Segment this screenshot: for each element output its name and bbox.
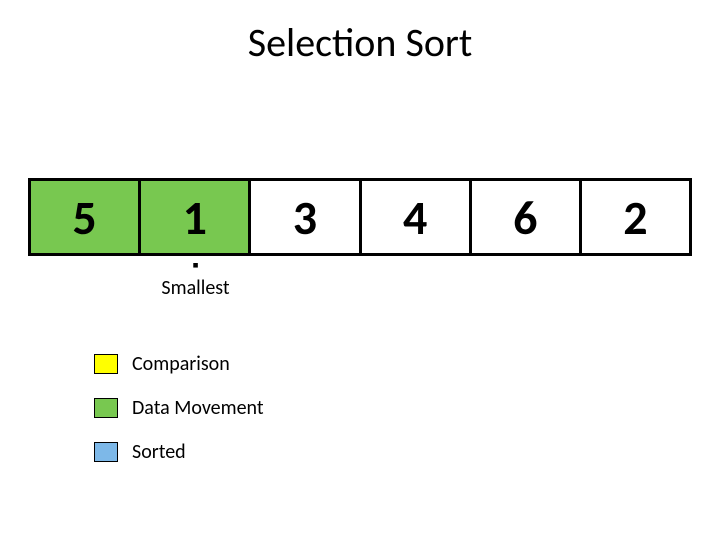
- array-cell: 1: [141, 181, 251, 253]
- array-cell: 4: [362, 181, 472, 253]
- array-cell-value: 2: [623, 188, 647, 247]
- array-cell-value: 1: [183, 188, 207, 247]
- array-cell-value: 3: [293, 188, 317, 247]
- page-title: Selection Sort: [0, 18, 720, 67]
- legend-item-comparison: Comparison: [94, 352, 264, 376]
- array-cell: 6: [472, 181, 582, 253]
- legend-label: Sorted: [132, 440, 186, 464]
- legend-label: Data Movement: [132, 396, 264, 420]
- legend: Comparison Data Movement Sorted: [94, 352, 264, 484]
- up-arrow-icon: ▪: [192, 256, 198, 274]
- array-cell: 3: [251, 181, 361, 253]
- pointer-label: Smallest: [161, 276, 229, 300]
- array-cell-value: 5: [72, 188, 96, 247]
- legend-swatch: [94, 442, 118, 462]
- legend-item-data-movement: Data Movement: [94, 396, 264, 420]
- smallest-pointer: ▪ Smallest: [141, 256, 251, 300]
- legend-swatch: [94, 398, 118, 418]
- legend-swatch: [94, 354, 118, 374]
- array-cell: 5: [31, 181, 141, 253]
- array-container: 5 1 3 4 6 2: [28, 178, 692, 256]
- legend-item-sorted: Sorted: [94, 440, 264, 464]
- array-cell: 2: [582, 181, 689, 253]
- array-cell-value: 4: [403, 188, 427, 247]
- array-cell-value: 6: [513, 188, 537, 247]
- legend-label: Comparison: [132, 352, 230, 376]
